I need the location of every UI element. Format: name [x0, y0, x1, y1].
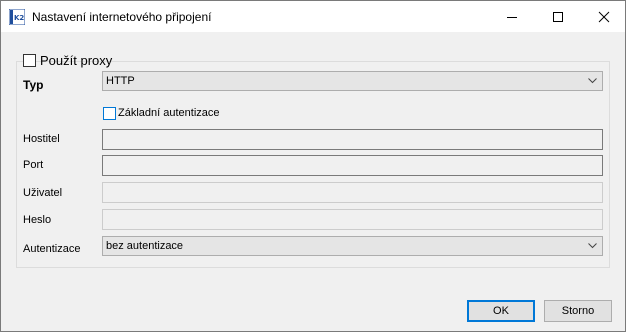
minimize-icon — [507, 17, 517, 18]
chevron-down-icon — [588, 243, 597, 249]
ok-button[interactable]: OK — [467, 300, 535, 322]
user-label: Uživatel — [23, 187, 63, 199]
use-proxy-label: Použít proxy — [40, 53, 113, 68]
auth-method-value: bez autentizace — [106, 240, 184, 252]
k2-app-icon: K2 — [8, 8, 26, 26]
basic-auth-checkbox-box[interactable] — [103, 107, 116, 120]
port-field[interactable] — [102, 155, 603, 176]
chevron-down-icon — [588, 78, 597, 84]
type-select[interactable]: HTTP — [102, 71, 603, 91]
title-bar[interactable]: K2 Nastavení internetového připojení — [1, 1, 625, 32]
host-field[interactable] — [102, 129, 603, 150]
password-label: Heslo — [23, 214, 52, 226]
host-label: Hostitel — [23, 133, 60, 145]
type-select-value: HTTP — [106, 75, 135, 87]
close-button[interactable] — [581, 1, 626, 32]
minimize-button[interactable] — [489, 1, 535, 32]
window-title: Nastavení internetového připojení — [32, 10, 212, 24]
dialog-window: K2 Nastavení internetového připojení Pou… — [0, 0, 626, 332]
maximize-icon — [553, 12, 563, 22]
password-field — [102, 209, 603, 230]
close-icon — [598, 11, 610, 23]
svg-text:K2: K2 — [14, 14, 24, 22]
user-field — [102, 182, 603, 203]
use-proxy-checkbox-box[interactable] — [23, 54, 36, 67]
type-label: Typ — [23, 78, 44, 92]
basic-auth-label: Základní autentizace — [118, 107, 220, 119]
auth-method-select[interactable]: bez autentizace — [102, 236, 603, 256]
port-label: Port — [23, 159, 44, 171]
cancel-button[interactable]: Storno — [544, 300, 612, 322]
auth-method-label: Autentizace — [23, 243, 81, 255]
maximize-button[interactable] — [535, 1, 581, 32]
use-proxy-checkbox[interactable]: Použít proxy — [23, 53, 112, 69]
